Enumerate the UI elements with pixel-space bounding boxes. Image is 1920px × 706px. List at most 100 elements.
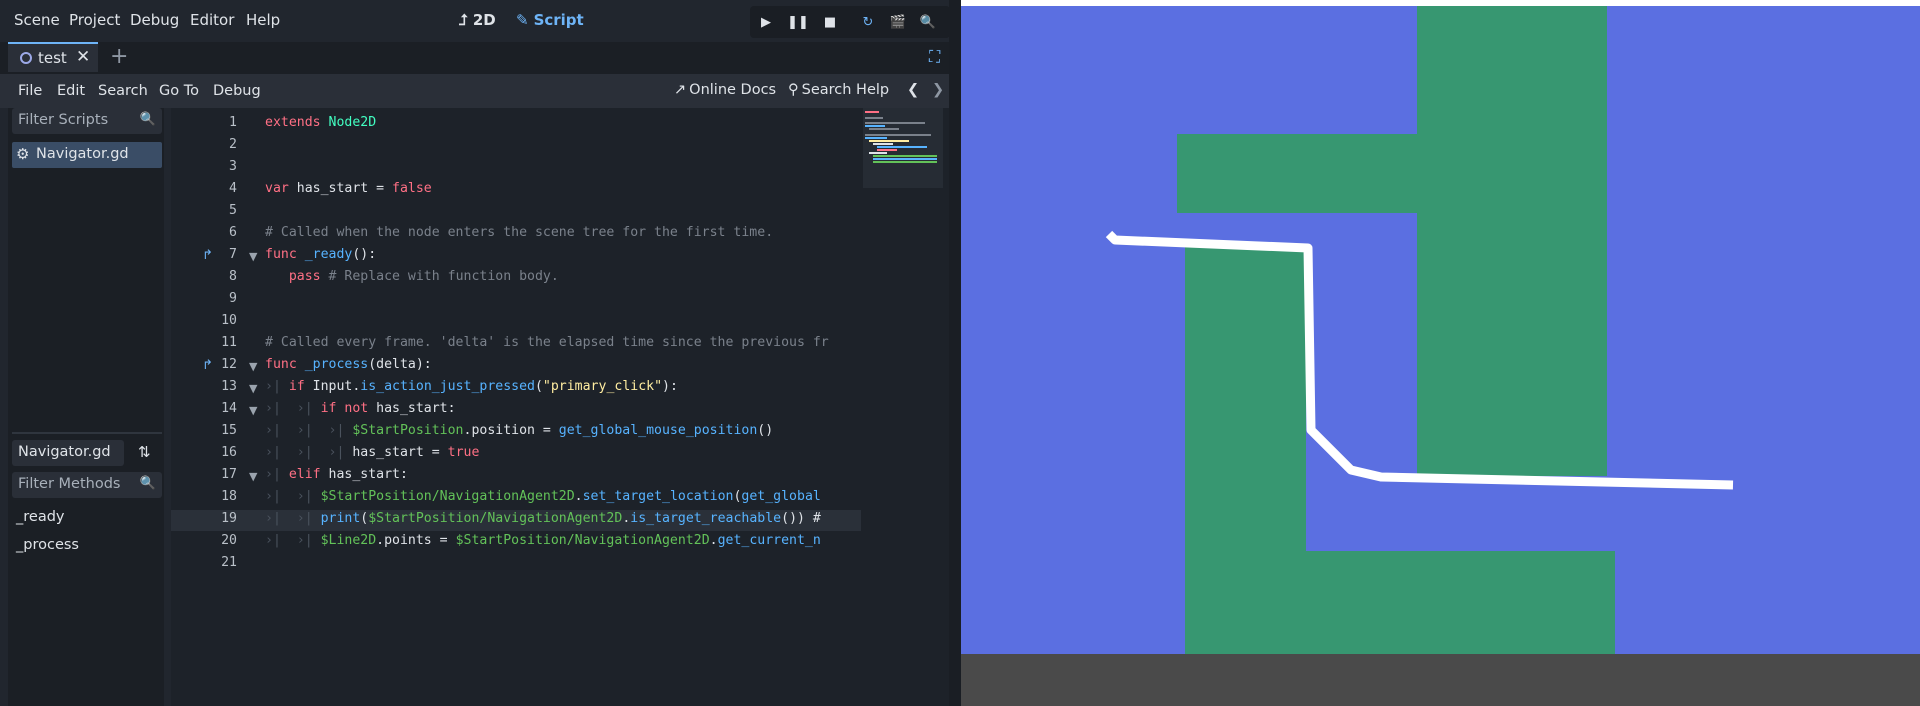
node-icon bbox=[20, 52, 32, 64]
code-line: ›| ›| ›| has_start = true bbox=[265, 445, 480, 460]
sort-icon[interactable]: ⇅ bbox=[138, 443, 151, 461]
code-line: ›| ›| $StartPosition/NavigationAgent2D.s… bbox=[265, 489, 821, 504]
code-line: ›| ›| print($StartPosition/NavigationAge… bbox=[265, 511, 821, 526]
online-docs-button[interactable]: ↗ Online Docs bbox=[674, 82, 776, 98]
expand-icon[interactable]: ⛶ bbox=[929, 47, 940, 67]
code-line: var has_start = false bbox=[265, 181, 432, 196]
code-line: func _process(delta): bbox=[265, 357, 432, 372]
menu-scene[interactable]: Scene bbox=[14, 11, 60, 29]
menu-debug[interactable]: Debug bbox=[130, 11, 179, 29]
help-search-icon: ⚲ bbox=[788, 82, 799, 98]
fold-arrow-icon[interactable]: ▼ bbox=[249, 360, 257, 373]
scene-tabbar bbox=[0, 42, 955, 74]
line-number: 8 bbox=[229, 269, 237, 284]
menu-project[interactable]: Project bbox=[69, 11, 120, 29]
add-tab-icon[interactable]: + bbox=[110, 44, 128, 69]
split-divider[interactable] bbox=[949, 0, 961, 706]
script-list-panel bbox=[8, 108, 164, 706]
current-script-label: Navigator.gd bbox=[12, 440, 124, 466]
code-line: ›| ›| if not has_start: bbox=[265, 401, 456, 416]
tab-test[interactable]: test ✕ bbox=[8, 42, 98, 72]
play-icon[interactable]: ▶ bbox=[756, 13, 776, 31]
code-line: ›| if Input.is_action_just_pressed("prim… bbox=[265, 379, 678, 394]
history-back-icon[interactable]: ❮ bbox=[907, 82, 919, 98]
menu-goto[interactable]: Go To bbox=[159, 83, 199, 99]
workspace-script-button[interactable]: ✎ Script bbox=[516, 11, 584, 29]
reload-icon[interactable]: ↻ bbox=[858, 13, 878, 31]
line-number: 21 bbox=[221, 555, 237, 570]
code-line: extends Node2D bbox=[265, 115, 377, 130]
line-number: 2 bbox=[229, 137, 237, 152]
filter-scripts-placeholder: Filter Scripts bbox=[18, 112, 109, 128]
line-number: 13 bbox=[221, 379, 237, 394]
code-line: ›| ›| ›| $StartPosition.position = get_g… bbox=[265, 423, 774, 438]
code-line: ›| ›| $Line2D.points = $StartPosition/Na… bbox=[265, 533, 821, 548]
close-icon[interactable]: ✕ bbox=[76, 47, 90, 67]
script-icon: ✎ bbox=[516, 11, 529, 29]
code-line: pass # Replace with function body. bbox=[288, 269, 559, 284]
code-comment: # Called every frame. 'delta' is the ela… bbox=[265, 335, 829, 350]
code-line: func _ready(): bbox=[265, 247, 377, 262]
line-number: 20 bbox=[221, 533, 237, 548]
line-number: 18 bbox=[221, 489, 237, 504]
filter-scripts-input[interactable]: Filter Scripts 🔍 bbox=[12, 108, 162, 134]
workspace-2d-button[interactable]: ⮥ 2D bbox=[459, 11, 496, 29]
navigation-path bbox=[1105, 230, 1734, 490]
main-menubar: Scene Project Debug Editor Help ⮥ 2D ✎ S… bbox=[0, 0, 955, 42]
script-list-item[interactable]: ⚙ Navigator.gd bbox=[12, 142, 162, 168]
line-number: 4 bbox=[229, 181, 237, 196]
line-number: 5 bbox=[229, 203, 237, 218]
line-number: 17 bbox=[221, 467, 237, 482]
method-item[interactable]: _process bbox=[16, 537, 79, 553]
script-name: Navigator.gd bbox=[36, 146, 129, 162]
line-number: 14 bbox=[221, 401, 237, 416]
fold-arrow-icon[interactable]: ▼ bbox=[249, 250, 257, 263]
menu-search[interactable]: Search bbox=[98, 83, 148, 99]
line-number: 6 bbox=[229, 225, 237, 240]
menu-editor[interactable]: Editor bbox=[190, 11, 234, 29]
line-number: 10 bbox=[221, 313, 237, 328]
code-minimap[interactable] bbox=[863, 108, 943, 188]
movie-icon[interactable]: 🎬 bbox=[888, 13, 908, 31]
stop-icon[interactable]: ■ bbox=[820, 13, 840, 31]
external-link-icon: ↗ bbox=[674, 82, 687, 98]
line-number: 11 bbox=[221, 335, 237, 350]
gear-icon: ⚙ bbox=[16, 145, 30, 163]
line-number: 19 bbox=[221, 511, 237, 526]
filter-methods-input[interactable]: Filter Methods 🔍 bbox=[12, 472, 162, 498]
line-number: 9 bbox=[229, 291, 237, 306]
line-number: 15 bbox=[221, 423, 237, 438]
search-icon: 🔍 bbox=[139, 476, 156, 491]
run-toolbar: ▶ ❚❚ ■ ↻ 🎬 🔍 bbox=[750, 6, 950, 38]
override-icon[interactable]: ↱ bbox=[202, 248, 213, 263]
filter-methods-placeholder: Filter Methods bbox=[18, 476, 121, 492]
workspace-script-label: Script bbox=[533, 11, 584, 29]
line-number: 1 bbox=[229, 115, 237, 130]
fold-arrow-icon[interactable]: ▼ bbox=[249, 470, 257, 483]
fold-arrow-icon[interactable]: ▼ bbox=[249, 404, 257, 417]
panel-divider bbox=[12, 432, 162, 434]
menu-file[interactable]: File bbox=[18, 83, 42, 99]
search-help-button[interactable]: ⚲ Search Help bbox=[788, 82, 889, 98]
menu-script-debug[interactable]: Debug bbox=[213, 83, 261, 99]
line-number: 3 bbox=[229, 159, 237, 174]
menu-edit[interactable]: Edit bbox=[57, 83, 85, 99]
override-icon[interactable]: ↱ bbox=[202, 358, 213, 373]
method-item[interactable]: _ready bbox=[16, 509, 64, 525]
fold-arrow-icon[interactable]: ▼ bbox=[249, 382, 257, 395]
pause-icon[interactable]: ❚❚ bbox=[787, 13, 809, 31]
code-line: ›| elif has_start: bbox=[265, 467, 408, 482]
online-docs-label: Online Docs bbox=[689, 82, 777, 98]
script-menubar: File Edit Search Go To Debug ↗ Online Do… bbox=[0, 74, 955, 108]
menu-help[interactable]: Help bbox=[246, 11, 280, 29]
workspace-2d-label: 2D bbox=[472, 11, 496, 29]
search-help-label: Search Help bbox=[801, 82, 890, 98]
2d-icon: ⮥ bbox=[459, 11, 468, 29]
current-script-name: Navigator.gd bbox=[18, 444, 111, 460]
nav-path-line bbox=[1105, 230, 1734, 490]
zoom-icon[interactable]: 🔍 bbox=[918, 13, 938, 31]
tab-label: test bbox=[38, 49, 67, 67]
history-forward-icon[interactable]: ❯ bbox=[932, 82, 944, 98]
line-number: 16 bbox=[221, 445, 237, 460]
search-icon: 🔍 bbox=[139, 112, 156, 127]
